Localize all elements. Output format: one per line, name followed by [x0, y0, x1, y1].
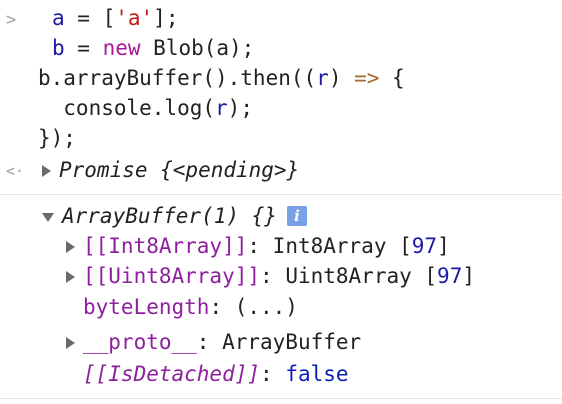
- code-line-5: });: [38, 126, 76, 150]
- promise-result[interactable]: Promise {<pending>}: [42, 158, 299, 182]
- expand-arrow-icon[interactable]: [66, 271, 75, 283]
- code-line-1: a = ['a'];: [52, 6, 179, 30]
- code-line-3: b.arrayBuffer().then((r) => {: [38, 66, 405, 90]
- arraybuffer-header[interactable]: ArrayBuffer(1) {} i: [42, 204, 307, 228]
- prop-isdetached: [[IsDetached]]: false: [83, 362, 349, 386]
- code-line-2: b = new Blob(a);: [52, 36, 255, 60]
- prop-int8array[interactable]: [[Int8Array]]: Int8Array [97]: [66, 234, 450, 258]
- expand-arrow-icon[interactable]: [42, 165, 51, 177]
- output-prompt-icon: <·: [6, 162, 25, 180]
- info-icon[interactable]: i: [286, 206, 307, 226]
- prop-bytelength[interactable]: byteLength: (...): [83, 295, 298, 319]
- prop-proto[interactable]: __proto__: ArrayBuffer: [66, 330, 361, 354]
- expand-arrow-icon[interactable]: [66, 337, 75, 349]
- prop-uint8array[interactable]: [[Uint8Array]]: Uint8Array [97]: [66, 264, 475, 288]
- bottom-divider: [0, 398, 562, 399]
- input-prompt-icon: >: [6, 10, 17, 30]
- code-line-4: console.log(r);: [38, 96, 253, 120]
- expand-arrow-icon[interactable]: [66, 241, 75, 253]
- collapse-arrow-icon[interactable]: [42, 212, 54, 222]
- message-divider: [0, 194, 562, 195]
